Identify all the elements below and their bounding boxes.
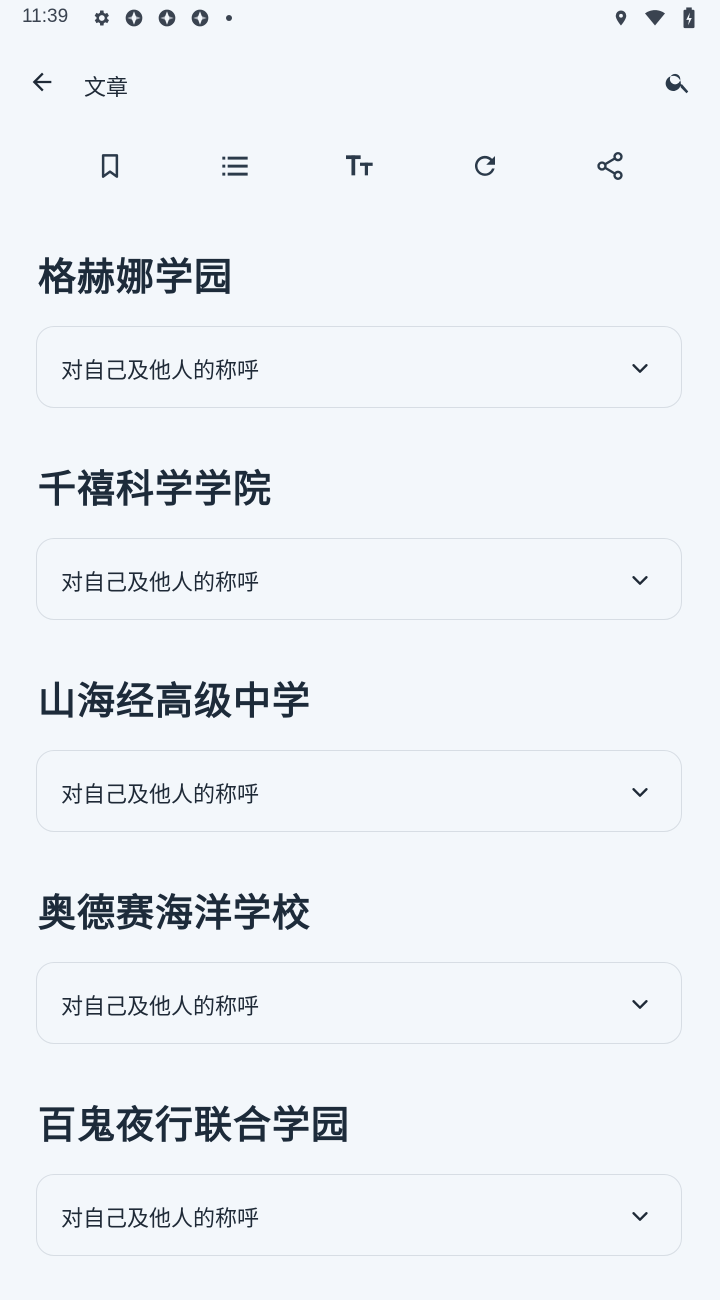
settings-icon [90, 7, 112, 29]
status-icons-left [90, 7, 232, 29]
bookmark-button[interactable] [84, 142, 136, 194]
arrow-back-icon [28, 68, 56, 100]
search-icon [664, 68, 692, 100]
expandable-item[interactable]: 对自己及他人的称呼 [36, 1174, 682, 1256]
status-icons-right [610, 7, 700, 29]
text-size-icon [344, 150, 376, 186]
expandable-item-label: 对自己及他人的称呼 [61, 783, 260, 808]
list-icon [219, 150, 251, 186]
status-bar: 11:39 [0, 0, 720, 38]
expandable-item[interactable]: 对自己及他人的称呼 [36, 326, 682, 408]
chevron-down-icon [629, 569, 651, 591]
share-icon [594, 150, 626, 186]
battery-charging-icon [678, 7, 700, 29]
notification-dot-icon [226, 15, 232, 21]
text-size-button[interactable] [334, 142, 386, 194]
expandable-item-label: 对自己及他人的称呼 [61, 571, 260, 596]
section-title: 百鬼夜行联合学园 [38, 1103, 351, 1147]
chevron-down-icon [629, 1205, 651, 1227]
section-title: 山海经高级中学 [38, 679, 312, 723]
expandable-item-label: 对自己及他人的称呼 [61, 1207, 260, 1232]
section-odyssey: 奥德赛海洋学校 对自己及他人的称呼 [36, 876, 684, 1088]
back-button[interactable] [20, 62, 64, 106]
status-time: 11:39 [22, 6, 69, 27]
vpn-icon [156, 7, 178, 29]
refresh-icon [470, 151, 500, 185]
wifi-icon [644, 7, 666, 29]
bookmark-icon [95, 151, 125, 185]
article-content: 格赫娜学园 对自己及他人的称呼 千禧科学学院 对自己及他人的称呼 山海经高级中学… [36, 240, 684, 1300]
expandable-item[interactable]: 对自己及他人的称呼 [36, 750, 682, 832]
section-millennium: 千禧科学学院 对自己及他人的称呼 [36, 452, 684, 664]
section-title: 奥德赛海洋学校 [38, 891, 312, 935]
article-toolbar [48, 142, 672, 194]
section-title: 千禧科学学院 [38, 467, 273, 511]
section-shanhaijing: 山海经高级中学 对自己及他人的称呼 [36, 664, 684, 876]
expandable-item[interactable]: 对自己及他人的称呼 [36, 962, 682, 1044]
chevron-down-icon [629, 357, 651, 379]
section-gehenna: 格赫娜学园 对自己及他人的称呼 [36, 240, 684, 452]
refresh-button[interactable] [459, 142, 511, 194]
list-button[interactable] [209, 142, 261, 194]
vpn-icon [189, 7, 211, 29]
chevron-down-icon [629, 781, 651, 803]
share-button[interactable] [584, 142, 636, 194]
app-bar: 文章 [0, 52, 720, 116]
section-hyakkiyako: 百鬼夜行联合学园 对自己及他人的称呼 [36, 1088, 684, 1300]
chevron-down-icon [629, 993, 651, 1015]
location-icon [610, 7, 632, 29]
vpn-icon [123, 7, 145, 29]
expandable-item-label: 对自己及他人的称呼 [61, 995, 260, 1020]
section-title: 格赫娜学园 [38, 255, 234, 299]
expandable-item-label: 对自己及他人的称呼 [61, 359, 260, 384]
search-button[interactable] [656, 62, 700, 106]
page-title: 文章 [84, 76, 129, 101]
expandable-item[interactable]: 对自己及他人的称呼 [36, 538, 682, 620]
